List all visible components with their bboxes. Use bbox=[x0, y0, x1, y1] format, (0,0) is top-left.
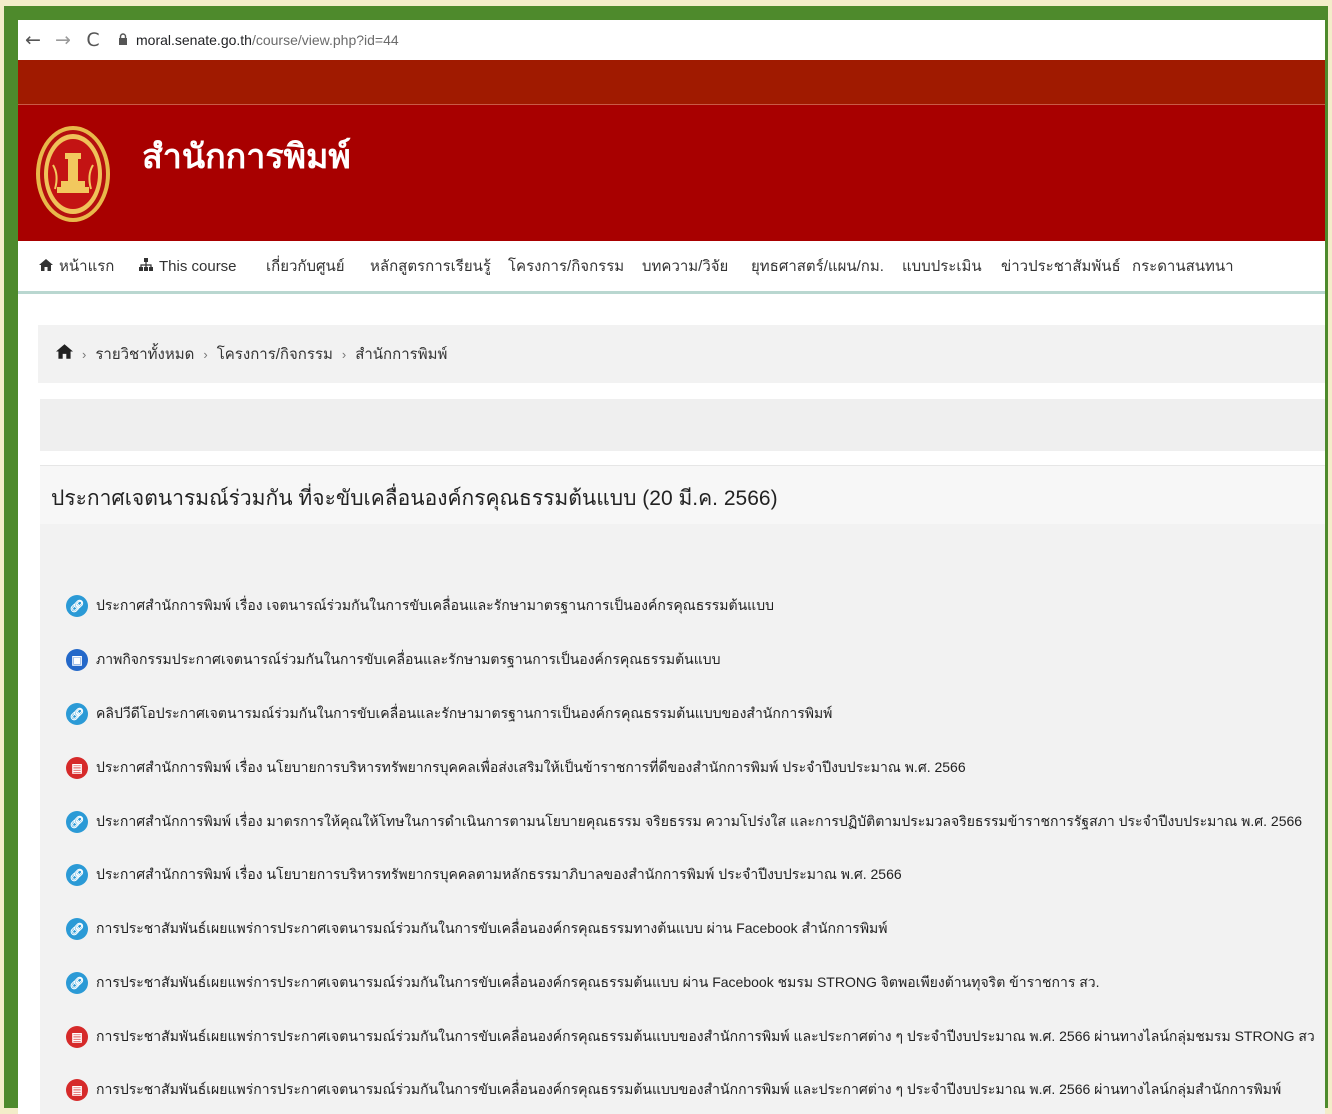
nav-item-home[interactable]: หน้าแรก bbox=[39, 241, 114, 291]
nav-item-label: หลักสูตรการเรียนรู้ bbox=[370, 258, 491, 275]
activity-label[interactable]: การประชาสัมพันธ์เผยแพร่การประกาศเจตนารมณ… bbox=[96, 918, 888, 940]
activity-label[interactable]: ประกาศสำนักการพิมพ์ เรื่อง เจตนารณ์ร่วมก… bbox=[96, 595, 774, 617]
link-icon: 🔗︎ bbox=[66, 972, 88, 994]
activity-label[interactable]: คลิปวีดีโอประกาศเจตนารมณ์ร่วมกันในการขับ… bbox=[96, 703, 832, 725]
nav-item-label: This course bbox=[159, 257, 237, 275]
activity-item[interactable]: ▤ การประชาสัมพันธ์เผยแพร่การประกาศเจตนาร… bbox=[66, 1026, 1315, 1048]
breadcrumb-home-icon[interactable] bbox=[56, 344, 73, 364]
link-icon: 🔗︎ bbox=[66, 703, 88, 725]
nav-item-label: แบบประเมิน bbox=[902, 258, 982, 275]
nav-item-label: กระดานสนทนา bbox=[1132, 258, 1234, 275]
breadcrumb-item[interactable]: โครงการ/กิจกรรม bbox=[217, 342, 333, 366]
breadcrumb-separator: › bbox=[341, 346, 347, 362]
nav-item-forum[interactable]: กระดานสนทนา bbox=[1132, 241, 1234, 291]
nav-item-label: เกี่ยวกับศูนย์ bbox=[266, 258, 345, 275]
activity-item[interactable]: 🔗︎ คลิปวีดีโอประกาศเจตนารมณ์ร่วมกันในการ… bbox=[66, 703, 832, 725]
activity-item[interactable]: 🔗︎ ประกาศสำนักการพิมพ์ เรื่อง มาตรการให้… bbox=[66, 811, 1302, 833]
pdf-file-icon: ▤ bbox=[66, 1079, 88, 1101]
activity-item[interactable]: 🔗︎ การประชาสัมพันธ์เผยแพร่การประกาศเจตนา… bbox=[66, 972, 1100, 994]
lock-icon bbox=[118, 32, 128, 48]
activity-item[interactable]: 🔗︎ ประกาศสำนักการพิมพ์ เรื่อง เจตนารณ์ร่… bbox=[66, 595, 774, 617]
activity-label[interactable]: ประกาศสำนักการพิมพ์ เรื่อง มาตรการให้คุณ… bbox=[96, 811, 1302, 833]
back-arrow-icon[interactable]: ← bbox=[18, 29, 48, 51]
site-header: สำนักการพิมพ์ bbox=[18, 105, 1325, 241]
nav-item-evaluation[interactable]: แบบประเมิน bbox=[902, 241, 982, 291]
nav-item-curriculum[interactable]: หลักสูตรการเรียนรู้ bbox=[370, 241, 491, 291]
activity-label[interactable]: การประชาสัมพันธ์เผยแพร่การประกาศเจตนารมณ… bbox=[96, 1026, 1315, 1048]
breadcrumb-separator: › bbox=[82, 346, 87, 362]
forward-arrow-icon[interactable]: → bbox=[48, 29, 78, 51]
nav-item-strategy[interactable]: ยุทธศาสตร์/แผน/กม. bbox=[751, 241, 884, 291]
nav-item-label: ยุทธศาสตร์/แผน/กม. bbox=[751, 258, 884, 275]
nav-item-label: โครงการ/กิจกรรม bbox=[508, 258, 625, 275]
browser-toolbar: ← → C moral.senate.go.th/course/view.php… bbox=[18, 20, 1325, 60]
activity-label[interactable]: ภาพกิจกรรมประกาศเจตนารณ์ร่วมกันในการขับเ… bbox=[96, 649, 721, 671]
nav-item-articles[interactable]: บทความ/วิจัย bbox=[642, 241, 728, 291]
link-icon: 🔗︎ bbox=[66, 918, 88, 940]
nav-item-this-course[interactable]: This course bbox=[139, 241, 237, 291]
nav-item-label: หน้าแรก bbox=[59, 258, 115, 275]
link-icon: 🔗︎ bbox=[66, 864, 88, 886]
activity-item[interactable]: 🔗︎ ประกาศสำนักการพิมพ์ เรื่อง นโยบายการบ… bbox=[66, 864, 902, 886]
nav-item-label: ข่าวประชาสัมพันธ์ bbox=[1001, 258, 1121, 275]
nav-item-projects[interactable]: โครงการ/กิจกรรม bbox=[508, 241, 624, 291]
pdf-file-icon: ▤ bbox=[66, 757, 88, 779]
image-file-icon: ▣ bbox=[66, 649, 88, 671]
course-section: ประกาศเจตนารมณ์ร่วมกัน ที่จะขับเคลื่อนอง… bbox=[40, 465, 1325, 1114]
pdf-file-icon: ▤ bbox=[66, 1026, 88, 1048]
activity-item[interactable]: ▤ ประกาศสำนักการพิมพ์ เรื่อง นโยบายการบร… bbox=[66, 757, 966, 779]
breadcrumb-item[interactable]: รายวิชาทั้งหมด bbox=[95, 342, 194, 366]
main-nav: หน้าแรก This course เกี่ยวกับศูนย์ หลักส… bbox=[18, 241, 1325, 294]
link-icon: 🔗︎ bbox=[66, 595, 88, 617]
address-bar[interactable]: moral.senate.go.th/course/view.php?id=44 bbox=[136, 32, 399, 48]
breadcrumb-item-current: สำนักการพิมพ์ bbox=[355, 346, 448, 363]
activity-item[interactable]: 🔗︎ การประชาสัมพันธ์เผยแพร่การประกาศเจตนา… bbox=[66, 918, 888, 940]
activity-label[interactable]: การประชาสัมพันธ์เผยแพร่การประกาศเจตนารมณ… bbox=[96, 1079, 1281, 1101]
activity-label[interactable]: ประกาศสำนักการพิมพ์ เรื่อง นโยบายการบริห… bbox=[96, 864, 902, 886]
browser-page: ← → C moral.senate.go.th/course/view.php… bbox=[18, 20, 1325, 1114]
screenshot-frame: ← → C moral.senate.go.th/course/view.php… bbox=[4, 6, 1328, 1114]
link-icon: 🔗︎ bbox=[66, 811, 88, 833]
breadcrumb: › รายวิชาทั้งหมด › โครงการ/กิจกรรม › สำน… bbox=[38, 325, 1325, 383]
course-summary-area bbox=[40, 399, 1325, 451]
section-header: ประกาศเจตนารมณ์ร่วมกัน ที่จะขับเคลื่อนอง… bbox=[40, 465, 1325, 524]
nav-item-label: บทความ/วิจัย bbox=[642, 258, 729, 275]
senate-emblem-icon[interactable] bbox=[35, 125, 111, 223]
url-path: /course/view.php?id=44 bbox=[251, 32, 399, 48]
site-title: สำนักการพิมพ์ bbox=[142, 138, 351, 176]
nav-item-news[interactable]: ข่าวประชาสัมพันธ์ bbox=[1001, 241, 1121, 291]
home-icon bbox=[39, 258, 53, 274]
activity-label[interactable]: การประชาสัมพันธ์เผยแพร่การประกาศเจตนารมณ… bbox=[96, 972, 1100, 994]
section-title: ประกาศเจตนารมณ์ร่วมกัน ที่จะขับเคลื่อนอง… bbox=[51, 487, 778, 510]
sitemap-icon bbox=[139, 258, 153, 274]
reload-icon[interactable]: C bbox=[78, 29, 108, 51]
activity-item[interactable]: ▣ ภาพกิจกรรมประกาศเจตนารณ์ร่วมกันในการขั… bbox=[66, 649, 721, 671]
url-host: moral.senate.go.th bbox=[136, 32, 252, 48]
activity-label[interactable]: ประกาศสำนักการพิมพ์ เรื่อง นโยบายการบริห… bbox=[96, 757, 966, 779]
activity-item[interactable]: ▤ การประชาสัมพันธ์เผยแพร่การประกาศเจตนาร… bbox=[66, 1079, 1281, 1101]
breadcrumb-separator: › bbox=[203, 346, 208, 362]
header-top-strip bbox=[18, 60, 1325, 104]
nav-item-about[interactable]: เกี่ยวกับศูนย์ bbox=[266, 241, 345, 291]
